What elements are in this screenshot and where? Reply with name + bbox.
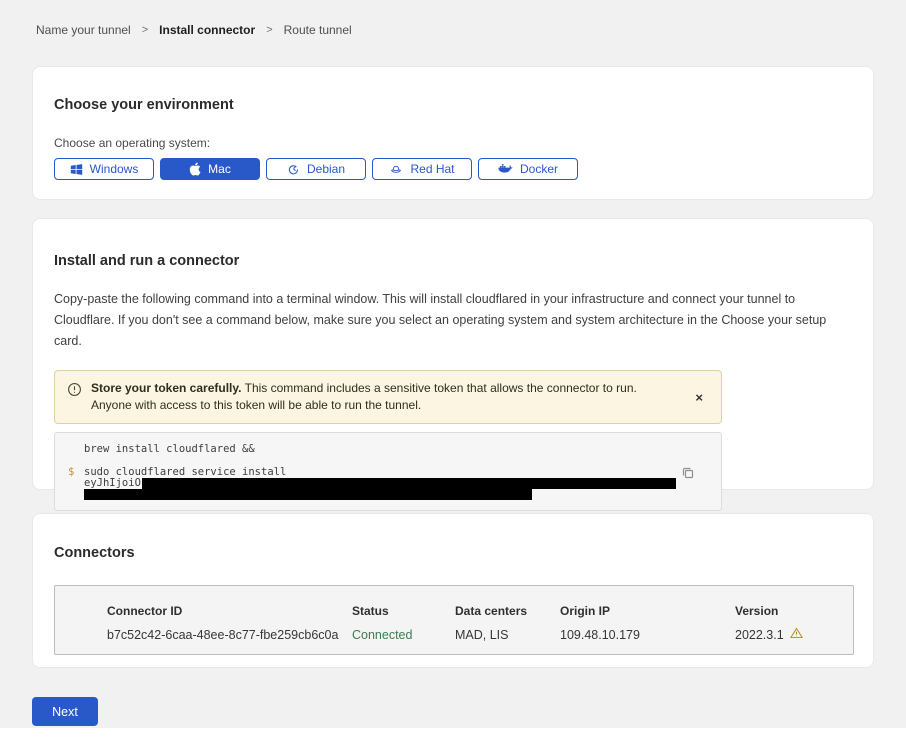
os-button-debian[interactable]: Debian (266, 158, 366, 180)
breadcrumb: Name your tunnel > Install connector > R… (36, 23, 352, 37)
breadcrumb-step-route-tunnel[interactable]: Route tunnel (284, 23, 352, 37)
warning-title: Store your token carefully. (91, 381, 242, 395)
connectors-card-title: Connectors (54, 545, 852, 561)
apple-icon (189, 162, 201, 176)
redacted-token-bar (84, 489, 532, 500)
os-button-label: Windows (90, 162, 139, 176)
os-button-mac[interactable]: Mac (160, 158, 260, 180)
redacted-token-bar (142, 478, 676, 489)
install-description: Copy-paste the following command into a … (54, 289, 850, 352)
breadcrumb-separator: > (142, 24, 148, 36)
code-line-token-2 (84, 489, 708, 500)
os-button-label: Mac (208, 162, 231, 176)
alert-circle-icon (67, 382, 82, 402)
header-version: Version (735, 604, 833, 618)
close-icon[interactable]: × (689, 390, 709, 405)
docker-icon (498, 163, 513, 175)
install-connector-card: Install and run a connector Copy-paste t… (32, 218, 874, 490)
os-button-docker[interactable]: Docker (478, 158, 578, 180)
cell-origin-ip: 109.48.10.179 (560, 628, 735, 642)
os-button-redhat[interactable]: Red Hat (372, 158, 472, 180)
breadcrumb-separator: > (266, 24, 272, 36)
status-badge: Connected (352, 628, 455, 642)
table-row: b7c52c42-6caa-48ee-8c77-fbe259cb6c0a Con… (107, 627, 833, 642)
header-origin-ip: Origin IP (560, 604, 735, 618)
connectors-table: Connector ID Status Data centers Origin … (54, 585, 854, 655)
install-command-code-block: brew install cloudflared && $ sudo cloud… (54, 432, 722, 511)
copy-icon[interactable] (679, 464, 697, 485)
breadcrumb-step-name-your-tunnel[interactable]: Name your tunnel (36, 23, 131, 37)
os-button-windows[interactable]: Windows (54, 158, 154, 180)
os-button-group: Windows Mac Debian Red Hat (54, 158, 852, 180)
code-line-2: $ sudo cloudflared service install (68, 467, 708, 478)
os-button-label: Docker (520, 162, 558, 176)
debian-icon (287, 163, 300, 176)
shell-prompt: $ (68, 467, 84, 478)
code-text: brew install cloudflared && (84, 444, 255, 455)
cell-version: 2022.3.1 (735, 627, 833, 642)
breadcrumb-step-install-connector[interactable]: Install connector (159, 23, 255, 37)
prompt-spacer (68, 478, 84, 489)
os-select-label: Choose an operating system: (54, 136, 852, 150)
table-header-row: Connector ID Status Data centers Origin … (107, 604, 833, 618)
token-warning-banner: Store your token carefully. This command… (54, 370, 722, 424)
cell-connector-id: b7c52c42-6caa-48ee-8c77-fbe259cb6c0a (107, 628, 352, 642)
token-prefix: eyJhIjoiO (84, 478, 141, 489)
header-status: Status (352, 604, 455, 618)
choose-environment-card: Choose your environment Choose an operat… (32, 66, 874, 200)
cell-data-centers: MAD, LIS (455, 628, 560, 642)
os-button-label: Red Hat (410, 162, 454, 176)
code-line-1: brew install cloudflared && (68, 444, 708, 455)
connectors-card: Connectors Connector ID Status Data cent… (32, 513, 874, 668)
os-button-label: Debian (307, 162, 345, 176)
version-value: 2022.3.1 (735, 628, 784, 642)
warning-message: Store your token carefully. This command… (91, 380, 675, 414)
environment-card-title: Choose your environment (54, 97, 852, 113)
windows-icon (70, 163, 83, 176)
header-data-centers: Data centers (455, 604, 560, 618)
code-line-token: eyJhIjoiO (68, 478, 708, 489)
next-button[interactable]: Next (32, 697, 98, 726)
prompt-spacer (68, 444, 84, 455)
bottom-strip (0, 728, 906, 740)
header-connector-id: Connector ID (107, 604, 352, 618)
redhat-icon (389, 163, 403, 176)
warning-triangle-icon (790, 627, 803, 642)
install-card-title: Install and run a connector (54, 253, 852, 269)
